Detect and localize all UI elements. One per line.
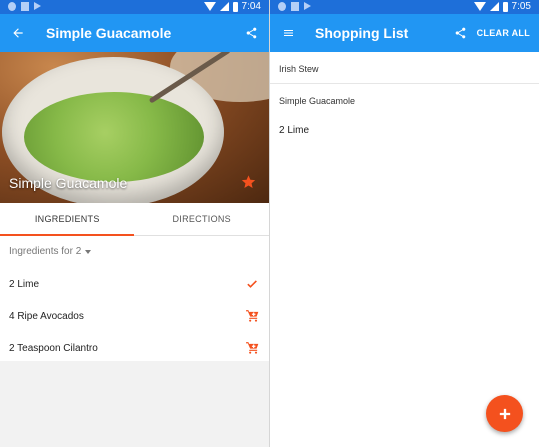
page-title: Shopping List — [315, 25, 409, 41]
add-to-cart-icon[interactable] — [243, 308, 261, 324]
ingredients-panel: Ingredients for 2 2 Lime 4 Ripe Avocados — [0, 236, 269, 361]
status-time: 7:04 — [241, 1, 261, 12]
clear-all-button[interactable]: CLEAR ALL — [477, 14, 530, 52]
guacamole-image — [24, 92, 204, 182]
status-right-group: 7:04 — [203, 1, 261, 12]
page-title: Simple Guacamole — [46, 25, 172, 41]
ingredient-label: 4 Ripe Avocados — [9, 310, 84, 322]
tab-directions[interactable]: DIRECTIONS — [135, 203, 270, 235]
add-button[interactable] — [486, 395, 523, 432]
notification-dot-icon — [8, 2, 16, 11]
share-button[interactable] — [233, 14, 269, 52]
favorite-button[interactable] — [240, 174, 257, 195]
ingredient-row[interactable]: 2 Lime — [0, 272, 269, 296]
plus-icon — [499, 408, 510, 419]
hamburger-menu-icon — [283, 30, 293, 36]
wifi-icon — [473, 2, 486, 11]
status-right-group: 7:05 — [473, 1, 531, 12]
recipe-tabs: INGREDIENTS DIRECTIONS — [0, 203, 269, 236]
ingredient-row[interactable]: 4 Ripe Avocados — [0, 304, 269, 328]
dropdown-caret-icon — [85, 249, 92, 254]
shopping-list-screen: 7:05 Shopping List CLEAR ALL Irish Stew … — [270, 0, 539, 447]
shopping-recipe-header[interactable]: Irish Stew — [270, 52, 539, 84]
recipe-hero-image: Simple Guacamole — [0, 52, 269, 203]
share-icon — [246, 27, 256, 39]
servings-label: Ingredients for 2 — [9, 246, 82, 257]
battery-icon — [502, 1, 508, 12]
notification-file-icon — [21, 2, 29, 11]
check-icon[interactable] — [243, 276, 261, 292]
signal-icon — [489, 2, 499, 11]
app-bar: Simple Guacamole — [0, 14, 269, 52]
notification-play-icon — [304, 2, 311, 10]
status-time: 7:05 — [511, 1, 531, 12]
status-bar: 7:04 — [0, 0, 269, 14]
recipe-hero-title: Simple Guacamole — [9, 175, 128, 191]
notification-file-icon — [291, 2, 299, 11]
shopping-list-item[interactable]: 2 Lime — [270, 118, 539, 142]
arrow-back-icon — [13, 28, 23, 38]
status-bar: 7:05 — [270, 0, 539, 14]
back-button[interactable] — [0, 14, 36, 52]
signal-icon — [219, 2, 229, 11]
shopping-recipe-header[interactable]: Simple Guacamole — [270, 84, 539, 114]
app-bar: Shopping List CLEAR ALL — [270, 14, 539, 52]
ingredient-label: 2 Teaspoon Cilantro — [9, 342, 98, 354]
menu-button[interactable] — [270, 14, 306, 52]
share-icon — [455, 27, 465, 39]
shopping-recipe-name: Simple Guacamole — [279, 96, 356, 106]
wifi-icon — [203, 2, 216, 11]
add-to-cart-icon[interactable] — [243, 340, 261, 356]
notification-dot-icon — [278, 2, 286, 11]
recipe-screen: 7:04 Simple Guacamole Simple Guacamole I… — [0, 0, 269, 447]
status-notification-icons — [8, 2, 41, 11]
tab-ingredients[interactable]: INGREDIENTS — [0, 203, 135, 235]
battery-icon — [232, 1, 238, 12]
notification-play-icon — [34, 2, 41, 10]
shopping-item-label: 2 Lime — [279, 125, 310, 136]
status-notification-icons — [278, 2, 311, 11]
star-icon — [241, 175, 256, 188]
shopping-recipe-name: Irish Stew — [279, 64, 319, 74]
ingredient-label: 2 Lime — [9, 278, 40, 290]
ingredient-row[interactable]: 2 Teaspoon Cilantro — [0, 336, 269, 360]
servings-selector[interactable]: Ingredients for 2 — [9, 246, 92, 257]
share-button[interactable] — [442, 14, 478, 52]
